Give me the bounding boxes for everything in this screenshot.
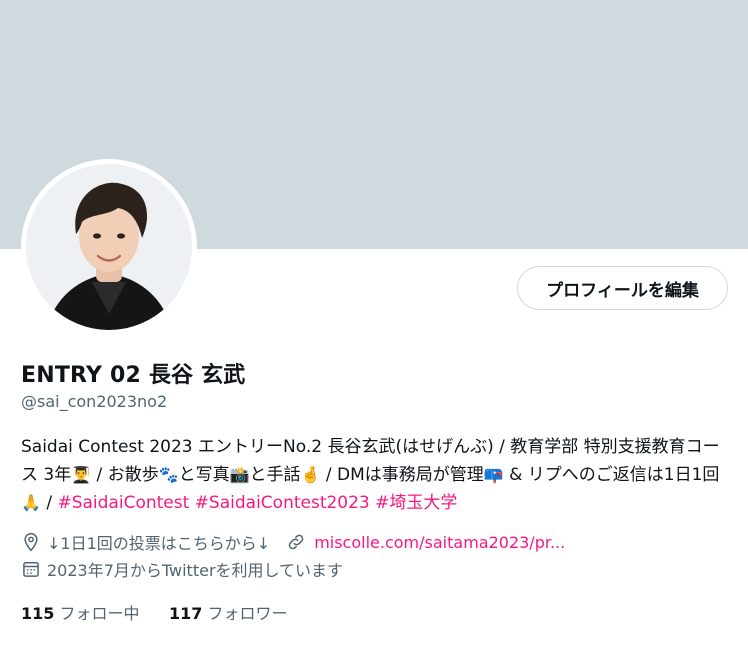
mailbox-emoji: 📪 — [483, 465, 504, 484]
followers-label: フォロワー — [207, 604, 288, 623]
profile-meta-row: ↓1日1回の投票はこちらから↓ miscolle.com/saitama2023… — [21, 530, 565, 554]
bio-text: & リプへのご返信は1日1回 — [503, 465, 720, 485]
edit-profile-button[interactable]: プロフィールを編集 — [517, 266, 728, 310]
folded-hands-emoji: 🙏 — [21, 493, 41, 512]
handle: @sai_con2023no2 — [21, 392, 168, 411]
hashtag-link[interactable]: #埼玉大学 — [375, 493, 457, 513]
followers-link[interactable]: 117 フォロワー — [169, 600, 288, 624]
bio-text: と手話 — [249, 465, 301, 485]
bio-text: / — [40, 493, 58, 513]
hashtag-link[interactable]: #SaidaiContest2023 — [195, 493, 370, 513]
avatar-ring — [21, 159, 197, 335]
calendar-icon — [23, 562, 39, 577]
profile-joined-row: 2023年7月からTwitterを利用しています — [21, 557, 343, 581]
display-name: ENTRY 02 長谷 玄武 — [21, 363, 246, 388]
hashtag-link[interactable]: #SaidaiContest — [57, 493, 189, 513]
camera-emoji: 📸 — [229, 465, 250, 484]
bio-text: / DMは事務局が管理 — [320, 465, 484, 485]
location-pin-icon — [24, 532, 38, 552]
joined-date: 2023年7月からTwitterを利用しています — [47, 561, 344, 580]
followers-count: 117 — [169, 604, 203, 623]
bio: Saidai Contest 2023 エントリーNo.2 長谷玄武(はせげんぶ… — [21, 434, 733, 517]
avatar-photo — [26, 164, 192, 330]
bio-text: / お散歩 — [91, 465, 159, 485]
location-text: ↓1日1回の投票はこちらから↓ — [47, 534, 271, 553]
graduate-emoji: 👨‍🎓 — [71, 465, 92, 484]
avatar[interactable] — [26, 164, 192, 330]
following-label: フォロー中 — [59, 604, 140, 623]
following-link[interactable]: 115 フォロー中 — [21, 600, 140, 624]
bio-text: と写真 — [178, 465, 230, 485]
following-count: 115 — [21, 604, 55, 623]
profile-url-link[interactable]: miscolle.com/saitama2023/pr... — [314, 533, 565, 552]
crossed-fingers-emoji: 🤞 — [300, 465, 321, 484]
link-icon — [288, 534, 304, 550]
paw-prints-emoji: 🐾 — [158, 465, 179, 484]
